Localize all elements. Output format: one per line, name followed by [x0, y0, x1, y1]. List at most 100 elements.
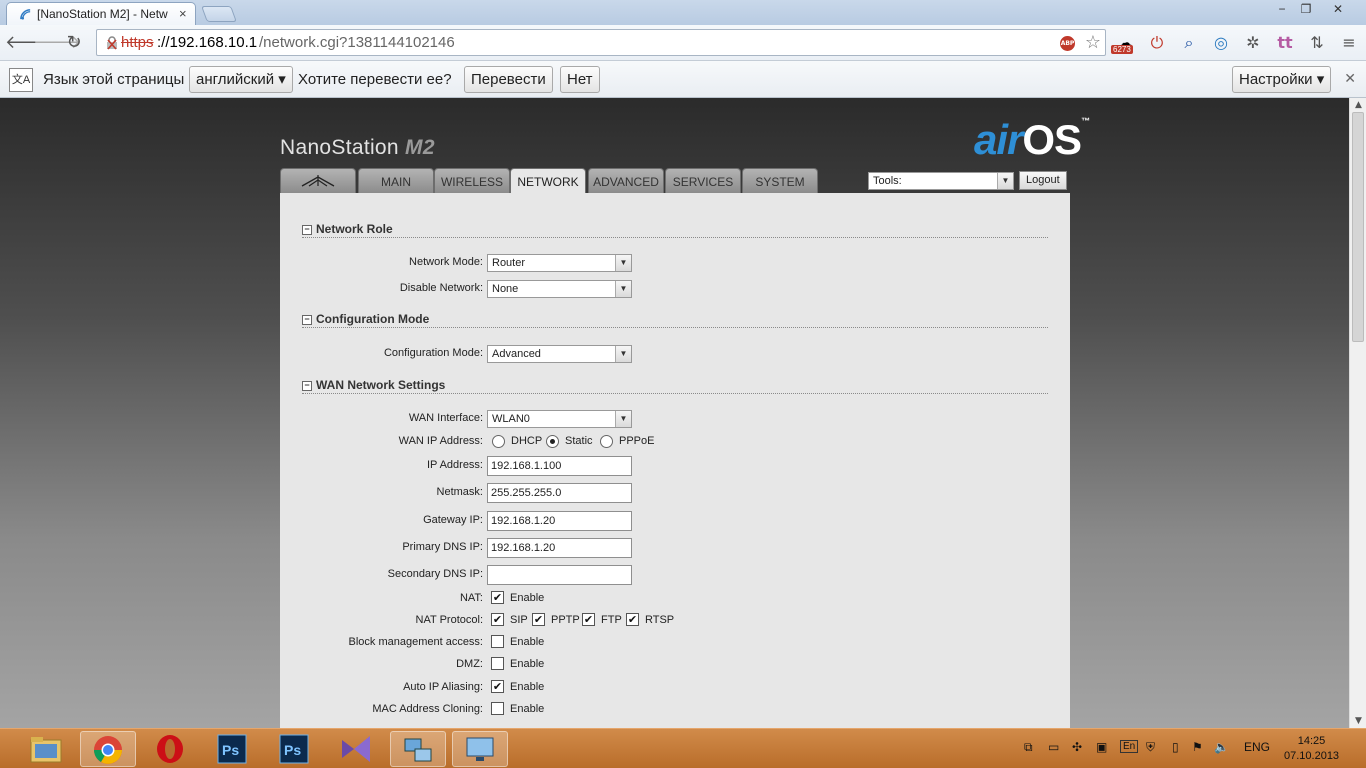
forward-icon[interactable]: 🡒 [33, 31, 81, 55]
svg-text:Ps: Ps [284, 742, 301, 758]
close-window-button[interactable]: ✕ [1326, 0, 1350, 18]
reload-icon[interactable]: ↻ [62, 31, 86, 55]
brand-model: M2 [405, 136, 435, 159]
tray-process-icon[interactable]: ✣ [1072, 740, 1082, 754]
scroll-down-icon[interactable]: ▼ [1350, 714, 1366, 728]
collapse-icon[interactable]: − [302, 381, 312, 391]
nat-rtsp-checkbox[interactable]: ✔ [626, 613, 639, 626]
page-scrollbar[interactable]: ▲ ▼ [1349, 98, 1366, 728]
photoshop-taskbar-icon[interactable]: Ps [204, 731, 260, 767]
section-configuration-mode[interactable]: − Configuration Mode [302, 312, 1048, 328]
extension-stop-icon[interactable]: ⏻ [1146, 32, 1168, 54]
adblock-icon[interactable]: ABP [1060, 36, 1075, 51]
network-tool-taskbar-icon[interactable] [390, 731, 446, 767]
tray-monitor-icon[interactable]: ▭ [1048, 740, 1059, 754]
translate-settings-button[interactable]: Настройки ▾ [1232, 66, 1332, 93]
gateway-ip-input[interactable]: 192.168.1.20 [487, 511, 632, 531]
logout-button[interactable]: Logout [1019, 171, 1067, 190]
browser-tab[interactable]: [NanoStation M2] - Netw × [6, 2, 196, 25]
translate-button[interactable]: Перевести [464, 66, 553, 93]
tray-flag-icon[interactable]: ⚑ [1192, 740, 1203, 754]
tools-dropdown[interactable]: Tools: ▼ [868, 172, 1014, 190]
restore-button[interactable]: ❐ [1294, 0, 1318, 18]
primary-dns-input[interactable]: 192.168.1.20 [487, 538, 632, 558]
mac-cloning-checkbox[interactable] [491, 702, 504, 715]
network-tool-icon [404, 738, 432, 762]
chevron-down-icon: ▾ [278, 71, 286, 88]
bookmark-star-icon[interactable]: ☆ [1085, 32, 1101, 53]
tab-ubiquiti-logo[interactable] [280, 168, 356, 194]
back-icon[interactable]: 🡐 [5, 31, 53, 55]
tab-network[interactable]: NETWORK [510, 168, 586, 195]
nat-ftp-checkbox[interactable]: ✔ [582, 613, 595, 626]
gateway-ip-label: Gateway IP: [423, 514, 483, 526]
scroll-up-icon[interactable]: ▲ [1350, 98, 1366, 112]
wan-interface-select[interactable]: WLAN0 ▼ [487, 410, 632, 428]
ip-address-label: IP Address: [426, 459, 483, 471]
extension-globe-icon[interactable]: ◎ [1210, 32, 1232, 54]
secondary-dns-label: Secondary DNS IP: [387, 568, 483, 580]
pppoe-radio[interactable] [600, 435, 613, 448]
nat-ftp-label: FTP [601, 614, 622, 626]
collapse-icon[interactable]: − [302, 315, 312, 325]
tray-language-en[interactable]: En [1120, 740, 1139, 753]
secondary-dns-input[interactable] [487, 565, 632, 585]
ip-address-input[interactable]: 192.168.1.100 [487, 456, 632, 476]
disable-network-select[interactable]: None ▼ [487, 280, 632, 298]
translate-language-select[interactable]: английский ▾ [189, 66, 293, 93]
extension-bug-icon[interactable]: ✲ [1242, 32, 1264, 54]
chrome-icon [94, 736, 122, 764]
chrome-taskbar-icon[interactable] [80, 731, 136, 767]
tray-keyboard-language[interactable]: ENG [1244, 740, 1270, 754]
menu-icon[interactable]: ≡ [1338, 32, 1360, 54]
address-bar[interactable]: https ://192.168.10.1 /network.cgi?13811… [96, 29, 1106, 56]
section-network-role[interactable]: − Network Role [302, 222, 1048, 238]
tray-network-share-icon[interactable]: ⧉ [1024, 740, 1033, 755]
tab-system[interactable]: SYSTEM [742, 168, 818, 194]
tray-volume-icon[interactable]: 🔈 [1214, 740, 1229, 754]
translate-question: Хотите перевести ее? [298, 71, 452, 88]
chevron-down-icon: ▾ [1316, 71, 1325, 88]
network-mode-select[interactable]: Router ▼ [487, 254, 632, 272]
auto-ip-aliasing-checkbox[interactable]: ✔ [491, 680, 504, 693]
remote-desktop-taskbar-icon[interactable] [452, 731, 508, 767]
svg-text:Ps: Ps [222, 742, 239, 758]
block-management-checkbox[interactable] [491, 635, 504, 648]
explorer-taskbar-icon[interactable] [18, 731, 74, 767]
no-translate-button[interactable]: Нет [560, 66, 600, 93]
photoshop-icon: Ps [217, 734, 247, 764]
opera-taskbar-icon[interactable] [142, 731, 198, 767]
configuration-mode-select[interactable]: Advanced ▼ [487, 345, 632, 363]
airos-logo: airOS™ [974, 116, 1090, 163]
nat-sip-checkbox[interactable]: ✔ [491, 613, 504, 626]
static-radio[interactable] [546, 435, 559, 448]
dmz-checkbox[interactable] [491, 657, 504, 670]
nat-pptp-checkbox[interactable]: ✔ [532, 613, 545, 626]
tray-battery-icon[interactable]: ▯ [1172, 740, 1179, 754]
tab-close-icon[interactable]: × [179, 6, 187, 21]
extension-search-icon[interactable]: ⌕ [1178, 32, 1200, 54]
extension-tt-icon[interactable]: tt [1274, 32, 1296, 54]
dhcp-radio[interactable] [492, 435, 505, 448]
tray-shield-icon[interactable]: ⛨ [1146, 740, 1155, 755]
ubiquiti-logo-icon [301, 175, 335, 187]
tray-display-icon[interactable]: ▣ [1096, 740, 1107, 754]
translate-close-icon[interactable]: ✕ [1344, 70, 1356, 87]
taskbar-clock[interactable]: 14:25 07.10.2013 [1284, 734, 1339, 764]
tab-main[interactable]: MAIN [358, 168, 434, 194]
visual-studio-taskbar-icon[interactable] [328, 731, 384, 767]
tab-wireless[interactable]: WIRELESS [434, 168, 510, 194]
extension-arrows-icon[interactable]: ⇅ [1306, 32, 1328, 54]
disable-network-label: Disable Network: [399, 282, 483, 294]
scroll-thumb[interactable] [1352, 112, 1364, 342]
new-tab-button[interactable] [201, 6, 237, 22]
minimize-button[interactable]: − [1270, 0, 1294, 18]
tab-advanced[interactable]: ADVANCED [588, 168, 664, 194]
nat-checkbox[interactable]: ✔ [491, 591, 504, 604]
wifi-icon [20, 9, 31, 20]
section-wan-network-settings[interactable]: − WAN Network Settings [302, 378, 1048, 394]
collapse-icon[interactable]: − [302, 225, 312, 235]
netmask-input[interactable]: 255.255.255.0 [487, 483, 632, 503]
photoshop2-taskbar-icon[interactable]: Ps [266, 731, 322, 767]
tab-services[interactable]: SERVICES [665, 168, 741, 194]
